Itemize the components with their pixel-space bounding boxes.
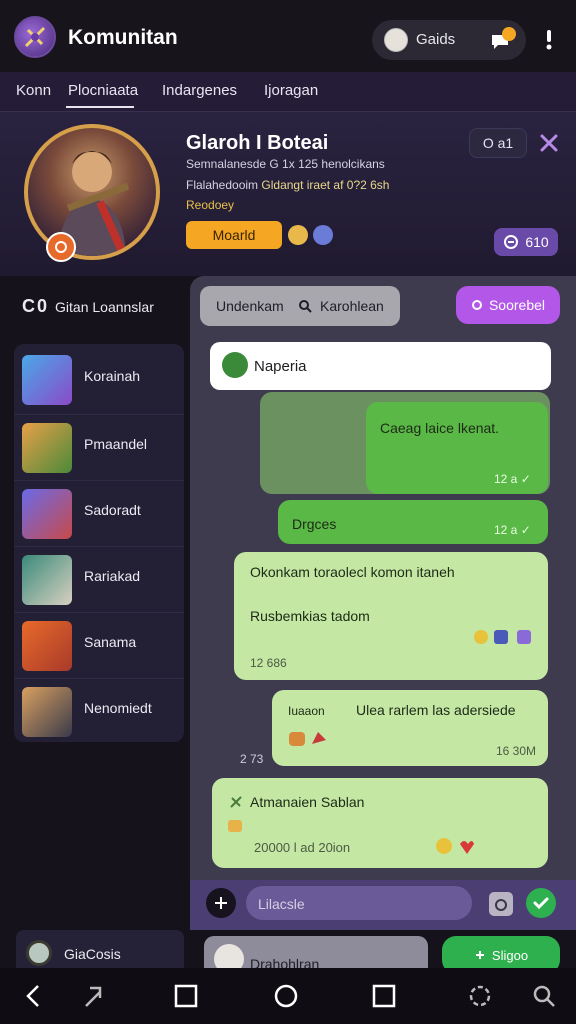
count-pill[interactable]: O a1 bbox=[469, 128, 527, 158]
message-text: Ulea rarlem las adersiede bbox=[356, 702, 516, 718]
home-icon[interactable] bbox=[272, 982, 300, 1010]
message-text: Atmanaien Sablan bbox=[250, 794, 365, 810]
profile-avatar[interactable] bbox=[24, 124, 160, 260]
profile-details: Flalahedooim Gldangt iraet af 0?2 6sh bbox=[186, 178, 389, 192]
message-text: Iuaaon bbox=[288, 704, 325, 718]
tab-konn[interactable]: Konn bbox=[16, 82, 51, 99]
sidebar-item-label: Sanama bbox=[84, 634, 137, 650]
emoji-icon bbox=[472, 628, 534, 646]
stats-button[interactable]: 610 bbox=[494, 228, 558, 256]
square-icon[interactable] bbox=[172, 982, 200, 1010]
emoji-icon bbox=[288, 728, 330, 748]
sidebar-item-thumbnail bbox=[22, 555, 72, 605]
search-icon[interactable] bbox=[298, 299, 312, 313]
settings-icon[interactable] bbox=[466, 982, 494, 1010]
gift-icon bbox=[226, 816, 244, 834]
sidebar-item-label: Pmaandel bbox=[84, 436, 148, 452]
message-time: 12 686 bbox=[250, 656, 287, 670]
filter-search-label[interactable]: Karohlean bbox=[320, 298, 384, 314]
filter-icon bbox=[471, 300, 482, 310]
action-icon bbox=[475, 951, 484, 959]
profile-details-label: Flalahedooim bbox=[186, 178, 259, 192]
star-icon bbox=[228, 794, 244, 810]
sidebar-title-text: Gitan Loannslar bbox=[55, 299, 154, 315]
sidebar-item-korainah[interactable]: Korainah bbox=[14, 346, 184, 411]
sidebar-item-label: Nenomiedt bbox=[84, 700, 152, 716]
shield-icon bbox=[313, 225, 333, 245]
message-time: 12 a ✓ bbox=[494, 472, 531, 486]
user-avatar-icon bbox=[384, 28, 408, 52]
camera-icon[interactable] bbox=[489, 892, 513, 916]
sidebar-item-nenomiedt[interactable]: Nenomiedt bbox=[14, 678, 184, 743]
message-text: Rusbemkias tadom bbox=[250, 608, 370, 624]
security-icon[interactable] bbox=[530, 982, 558, 1010]
filter-button[interactable]: Soorebel bbox=[456, 286, 560, 324]
profile-subtitle: Semnalanesde G 1x 125 henolcikans bbox=[186, 157, 385, 171]
send-icon[interactable] bbox=[526, 888, 556, 918]
profile-world-chip[interactable]: Moarld bbox=[186, 221, 282, 249]
tab-ijoragan[interactable]: Ijoragan bbox=[264, 82, 318, 99]
notification-badge bbox=[502, 27, 516, 41]
sidebar-item-pmaandel[interactable]: Pmaandel bbox=[14, 414, 184, 479]
message-time: 2 73 bbox=[240, 752, 264, 766]
pin-icon bbox=[222, 352, 248, 378]
sidebar-item-rariakad[interactable]: Rariakad bbox=[14, 546, 184, 611]
share-icon[interactable] bbox=[80, 982, 108, 1010]
tab-indargenes[interactable]: Indargenes bbox=[162, 82, 237, 99]
profile-name: Glaroh I Boteai bbox=[186, 132, 329, 154]
profile-details-value: Gldangt iraet af 0?2 6sh bbox=[261, 178, 390, 192]
tab-active-indicator bbox=[66, 106, 134, 108]
filter-button-label: Soorebel bbox=[488, 297, 546, 313]
action-button-label: Sligoo bbox=[491, 947, 529, 963]
sidebar-footer-label: GiaCosis bbox=[64, 946, 121, 962]
recent-icon[interactable] bbox=[370, 982, 398, 1010]
sidebar-item-thumbnail bbox=[22, 687, 72, 737]
message-time: 16 30M bbox=[496, 744, 537, 758]
more-icon[interactable] bbox=[542, 28, 556, 52]
close-icon[interactable] bbox=[536, 130, 562, 156]
sidebar-item-label: Sadoradt bbox=[84, 502, 141, 518]
profile-badge-icon bbox=[46, 232, 76, 262]
sidebar-item-thumbnail bbox=[22, 489, 72, 539]
sidebar-item-label: Korainah bbox=[84, 368, 141, 384]
sidebar-item-sanama[interactable]: Sanama bbox=[14, 612, 184, 677]
coin-icon bbox=[288, 225, 308, 245]
message-text: Okonkam toraolecl komon itaneh bbox=[250, 564, 455, 580]
tab-plocniaata[interactable]: Plocniaata bbox=[68, 82, 138, 99]
sidebar-item-sadoradt[interactable]: Sadoradt bbox=[14, 480, 184, 545]
attach-icon[interactable] bbox=[206, 888, 236, 918]
emoji-icon bbox=[434, 836, 476, 856]
sidebar-item-thumbnail bbox=[22, 423, 72, 473]
game-icon bbox=[26, 940, 52, 966]
sidebar-item-label: Rariakad bbox=[84, 568, 141, 584]
filter-option[interactable]: Undenkam bbox=[216, 298, 284, 314]
message-input-placeholder: Lilacsle bbox=[258, 896, 305, 912]
message-text: Caeag laice lkenat. bbox=[380, 420, 500, 436]
user-name: Gaids bbox=[416, 31, 456, 48]
app-logo-icon[interactable] bbox=[14, 16, 56, 58]
message-meta: 20000 l ad 20ion bbox=[254, 840, 351, 855]
sidebar-item-thumbnail bbox=[22, 355, 72, 405]
back-icon[interactable] bbox=[20, 982, 48, 1010]
app-title: Komunitan bbox=[68, 26, 178, 49]
message-text: Drgces bbox=[292, 516, 337, 532]
pinned-message-text: Naperia bbox=[254, 358, 307, 375]
stats-icon bbox=[504, 235, 519, 249]
sidebar-item-thumbnail bbox=[22, 621, 72, 671]
stats-value: 610 bbox=[525, 234, 549, 250]
message-time: 12 a ✓ bbox=[494, 523, 531, 537]
sidebar-title: C0 Gitan Loannslar bbox=[22, 296, 154, 317]
profile-status: Reodoey bbox=[186, 198, 235, 212]
sidebar-title-code: C0 bbox=[22, 296, 50, 316]
